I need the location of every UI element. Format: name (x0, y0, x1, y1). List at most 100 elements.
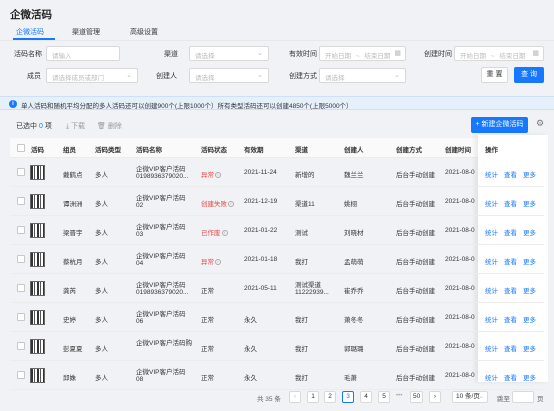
creator-cell: 魏兰兰 (344, 172, 364, 179)
pagination-last-page[interactable]: 50 (410, 391, 424, 403)
qr-code-icon[interactable] (30, 339, 45, 354)
qr-code-icon[interactable] (30, 368, 45, 383)
name-cell-line1: 企微VIP客户活码 (136, 311, 186, 318)
row-checkbox[interactable] (17, 313, 25, 321)
creator-select[interactable]: 请选择 ⌄ (189, 68, 269, 83)
row-checkbox[interactable] (17, 371, 25, 379)
select-all-checkbox[interactable] (17, 144, 25, 152)
more-link[interactable]: 更多 (523, 256, 536, 266)
qr-code-icon[interactable] (30, 252, 45, 267)
create-time-cell: 2021-08-0 (445, 372, 475, 379)
creator-cell: 萧冬冬 (344, 317, 364, 324)
table-row: 谭洲洲 多人 企微VIP客户活码 02 创建失败 i 2021-12-19 渠道11 姚栩 后台手… (10, 187, 544, 216)
qr-code-icon[interactable] (30, 165, 45, 180)
validity-range-picker[interactable]: 开始日期 ~ 结束日期 ▦ (319, 46, 406, 61)
create-time-cell: 2021-08-0 (445, 256, 475, 263)
validity-label: 有效时间 (289, 51, 317, 58)
member-cell: 蔡杭月 (63, 259, 83, 266)
stats-link[interactable]: 统计 (485, 198, 498, 208)
member-cell: 龚芮 (63, 288, 76, 295)
page-title: 企微活码 (10, 9, 52, 21)
more-link[interactable]: 更多 (523, 285, 536, 295)
view-link[interactable]: 查看 (504, 372, 517, 382)
new-code-button[interactable]: + 新建企微活码 (471, 117, 528, 133)
info-icon: i (221, 230, 228, 237)
th-create-time: 创建时间 (445, 147, 471, 154)
channel-cell-line1: 我打 (295, 346, 308, 353)
more-link[interactable]: 更多 (523, 169, 536, 179)
row-checkbox[interactable] (17, 226, 25, 234)
validity-cell: 永久 (244, 346, 257, 353)
view-link[interactable]: 查看 (504, 169, 517, 179)
creator-label: 创建人 (156, 73, 177, 80)
create-time-cell: 2021-08-0 (445, 285, 475, 292)
stats-link[interactable]: 统计 (485, 256, 498, 266)
more-link[interactable]: 更多 (523, 198, 536, 208)
type-cell: 多人 (95, 288, 108, 295)
more-link[interactable]: 更多 (523, 343, 536, 353)
view-link[interactable]: 查看 (504, 198, 517, 208)
more-link[interactable]: 更多 (523, 227, 536, 237)
qr-code-icon[interactable] (30, 223, 45, 238)
view-link[interactable]: 查看 (504, 256, 517, 266)
row-checkbox[interactable] (17, 342, 25, 350)
creator-cell: 郭璐璐 (344, 346, 364, 353)
view-link[interactable]: 查看 (504, 314, 517, 324)
query-button[interactable]: 查 询 (514, 67, 544, 83)
pagination-page-3[interactable]: 3 (342, 391, 354, 403)
channel-label: 渠道 (164, 51, 178, 58)
type-cell: 多人 (95, 375, 108, 382)
download-button[interactable]: ⤓ 下载 (66, 121, 85, 131)
create-time-cell: 2021-08-0 (445, 343, 475, 350)
view-link[interactable]: 查看 (504, 227, 517, 237)
method-cell: 后台手动创建 (396, 288, 435, 295)
method-cell: 后台手动创建 (396, 230, 435, 237)
row-checkbox[interactable] (17, 197, 25, 205)
code-name-input[interactable]: 请输入 (46, 46, 120, 61)
stats-link[interactable]: 统计 (485, 343, 498, 353)
create-time-range-picker[interactable]: 开始日期 ~ 结束日期 ▦ (454, 46, 544, 61)
row-checkbox[interactable] (17, 284, 25, 292)
view-link[interactable]: 查看 (504, 285, 517, 295)
pagination-page-4[interactable]: 4 (360, 391, 372, 403)
gear-icon[interactable]: ⚙ (536, 118, 544, 129)
create-method-select[interactable]: 请选择 ⌄ (319, 68, 406, 83)
method-cell: 后台手动创建 (396, 259, 435, 266)
reset-button[interactable]: 重 置 (481, 67, 508, 83)
channel-select[interactable]: 请选择 ⌄ (189, 46, 269, 61)
table-row: 邱姝 多人 企微VIP客户活码 08 正常 永久 我打 毛萧 后台手动创建 2021-08-0 统计… (10, 361, 544, 390)
validity-cell: 2021-01-22 (244, 227, 278, 234)
qr-code-icon[interactable] (30, 310, 45, 325)
stats-link[interactable]: 统计 (485, 169, 498, 179)
stats-link[interactable]: 统计 (485, 227, 498, 237)
row-checkbox[interactable] (17, 168, 25, 176)
status-cell: 异常 i (201, 256, 221, 266)
tab-channel-management[interactable]: 渠道管理 (72, 27, 100, 37)
more-link[interactable]: 更多 (523, 372, 536, 382)
status-cell: 正常 (201, 346, 214, 353)
pagination-page-1[interactable]: 1 (307, 391, 319, 403)
jump-page-input[interactable] (512, 391, 534, 403)
create-method-label: 创建方式 (289, 73, 317, 80)
calendar-icon: ▦ (532, 50, 539, 57)
page-size-select[interactable]: 10 条/页 ⌄ (452, 391, 488, 403)
view-link[interactable]: 查看 (504, 343, 517, 353)
stats-link[interactable]: 统计 (485, 372, 498, 382)
delete-button[interactable]: 🗑 删除 (97, 121, 122, 131)
pagination-page-2[interactable]: 2 (324, 391, 336, 403)
stats-link[interactable]: 统计 (485, 285, 498, 295)
pagination-prev-button[interactable]: ‹ (289, 391, 301, 403)
stats-link[interactable]: 统计 (485, 314, 498, 324)
pagination-next-button[interactable]: › (429, 391, 441, 403)
more-link[interactable]: 更多 (523, 314, 536, 324)
pagination-page-5[interactable]: 5 (378, 391, 390, 403)
tab-advanced-settings[interactable]: 高级设置 (130, 27, 158, 37)
channel-cell-line1: 渠道11 (295, 201, 315, 208)
tab-enterprise-code[interactable]: 企微活码 (16, 27, 44, 37)
row-checkbox[interactable] (17, 255, 25, 263)
member-select[interactable]: 请选择成员或部门 ⌄ (46, 68, 138, 83)
qr-code-icon[interactable] (30, 281, 45, 296)
pagination-ellipsis[interactable]: ••• (396, 393, 402, 399)
qr-code-icon[interactable] (30, 194, 45, 209)
creator-cell: 孟萌萌 (344, 259, 364, 266)
